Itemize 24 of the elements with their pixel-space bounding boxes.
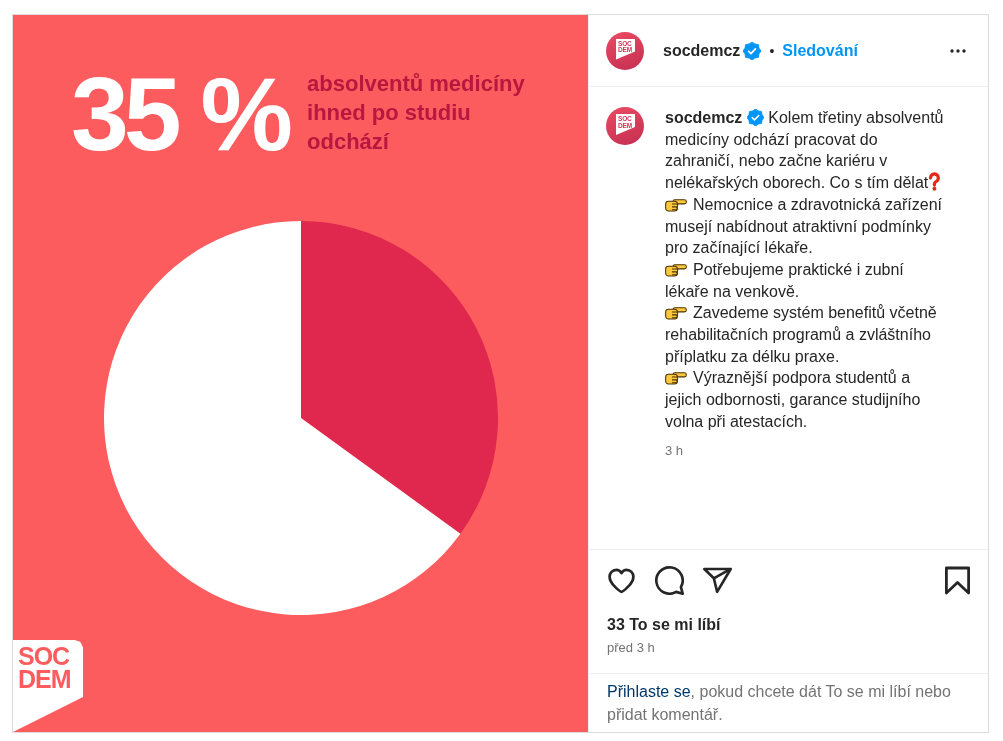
- speech-bubble-icon: [655, 566, 684, 595]
- caption-bullet: Výraznější podpora studentů a jejich odbornosti, garance studijního volna při atestacích.: [665, 368, 922, 432]
- post-date: před 3 h: [607, 640, 656, 656]
- caption-bullet: Zavedeme systém benefitů včetně rehabilitačních programů a zvláštního příplatku za délku praxe.: [665, 303, 938, 367]
- logo-text: SOC: [18, 645, 71, 668]
- caption-bullet: Potřebujeme praktické i zubní lékaře na venkově.: [665, 259, 905, 302]
- username-link[interactable]: socdemcz: [663, 41, 741, 60]
- headline-number: 35 %: [71, 62, 289, 166]
- caption-text: socdemcz Kolem třetiny absolventů medicíny odchází pracovat do zahraničí, nebo začne kariéru v nelékařských oborech. Co s tím dělat: [665, 108, 945, 194]
- headline-text: absolventů medicíny ihned po studiu odchází: [307, 70, 526, 156]
- pointing-hand-icon: [665, 197, 687, 213]
- question-mark-icon: [928, 172, 942, 192]
- pointing-hand-icon: [665, 262, 687, 278]
- pointing-hand-icon: [665, 306, 687, 322]
- username-link[interactable]: socdemcz: [665, 109, 743, 126]
- separator-dot: •: [769, 42, 775, 59]
- post-time: 3 h: [665, 441, 685, 460]
- likes-count[interactable]: 33 To se mi líbí: [607, 615, 975, 635]
- login-prompt: Přihlaste se, pokud chcete dát To se mi líbí nebo přidat komentář.: [607, 682, 952, 725]
- paper-plane-icon: [703, 566, 732, 595]
- logo-text: DEM: [18, 668, 72, 691]
- pointing-hand-icon: [665, 371, 687, 387]
- login-link[interactable]: Přihlaste se: [607, 683, 691, 700]
- caption-bullet: Nemocnice a zdravotnická zařízení musejí nabídnout atraktivní podmínky pro začínající lékaře.: [665, 194, 943, 259]
